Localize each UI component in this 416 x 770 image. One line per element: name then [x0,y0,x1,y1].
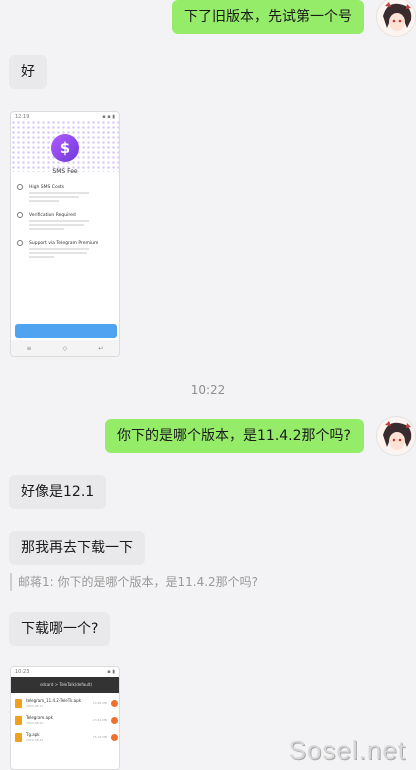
feature-item: High SMS Costs [17,184,115,202]
apk-file-icon [15,699,22,708]
user-avatar[interactable] [376,0,416,37]
feature-item: Support via Telegram Premium [17,240,115,258]
status-bar: 10:23 ▪ ▮ [15,669,115,675]
phone-icon [17,212,23,218]
anime-avatar-icon [377,417,415,455]
message-incoming[interactable]: 那我再去下载一下 [9,531,145,565]
dollar-coin-icon: $ [51,134,79,162]
file-row: Tg.apk 2024-08-21 75.93 MB [15,731,119,745]
watermark: Sosel.net [288,735,406,765]
file-row: telegram_11.4.2-TeleTk.apk 2024-08-21 24… [15,697,119,711]
image-message-file-list[interactable]: 10:23 ▪ ▮ sdcard > TeleTalk(default) tele… [10,666,120,770]
quoted-message[interactable]: 邮蒋1: 你下的是哪个版本，是11.4.2那个吗? [10,573,258,591]
message-outgoing[interactable]: 你下的是哪个版本，是11.4.2那个吗? [105,419,364,453]
apk-file-icon [15,733,22,742]
path-bar: sdcard > TeleTalk(default) [11,677,119,693]
message-incoming[interactable]: 好像是12.1 [9,475,107,509]
menu-icon: ≡ [26,344,32,352]
message-incoming[interactable]: 下载哪一个? [9,612,111,646]
sms-fee-title: SMS Fee [52,168,78,175]
user-avatar[interactable] [376,416,416,456]
image-message-sms-fee[interactable]: 12:19 ▪ ▪ ▮ $ SMS Fee High SMS Costs Veri… [10,111,120,357]
time-separator: 10:22 [190,383,226,397]
continue-button [15,324,117,338]
anime-avatar-icon [377,0,415,36]
back-icon: ↩ [98,344,104,352]
coins-icon [17,184,23,190]
apk-file-icon [15,716,22,725]
open-icon [111,734,118,741]
file-row: Telegram.apk 2024-08-21 23.61 MB [15,714,119,728]
feature-item: Verification Required [17,212,115,230]
message-outgoing[interactable]: 下了旧版本，先试第一个号 [172,0,364,34]
home-icon: ◇ [62,344,68,352]
open-icon [111,717,118,724]
open-icon [111,700,118,707]
nav-bar: ≡ ◇ ↩ [11,340,119,356]
star-icon [17,240,23,246]
message-incoming[interactable]: 好 [9,55,47,89]
